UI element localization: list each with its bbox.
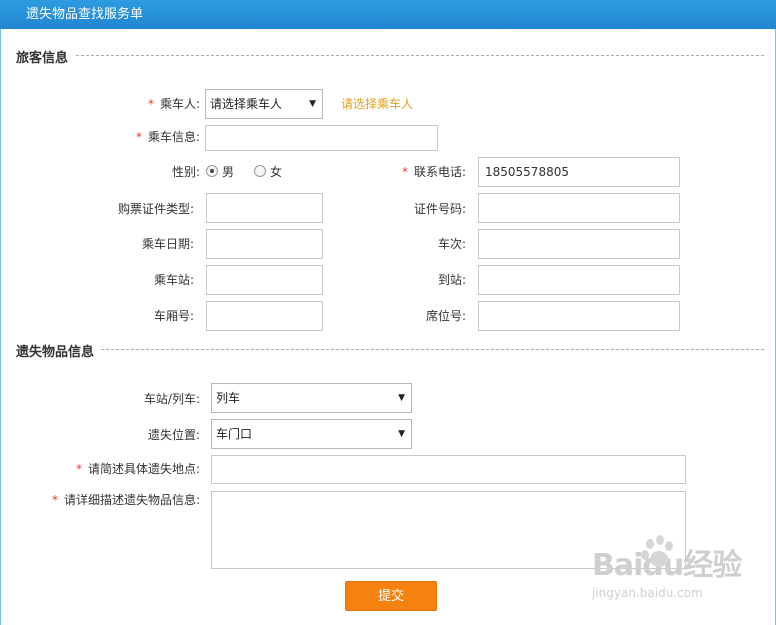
submit-button[interactable]: 提交 [345, 581, 437, 611]
board-station-label: 乘车站: [153, 273, 194, 287]
item-detail-label: * 请详细描述遗失物品信息: [51, 493, 200, 507]
seat-no-label: 席位号: [425, 309, 466, 323]
location-detail-label: * 请简述具体遗失地点: [75, 462, 200, 476]
location-detail-input[interactable] [211, 455, 686, 484]
carriage-no-input[interactable] [206, 301, 323, 331]
travel-date-label: 乘车日期: [141, 237, 194, 251]
window-title: 遗失物品查找服务单 [0, 0, 776, 29]
travel-date-input[interactable] [206, 229, 323, 259]
passenger-select[interactable]: 请选择乘车人 ▼ [205, 89, 323, 119]
section-title-lost-item: 遗失物品信息 [16, 341, 101, 360]
id-type-label: 购票证件类型: [117, 202, 194, 216]
dropdown-arrow-icon: ▼ [398, 393, 405, 403]
carriage-no-label: 车厢号: [153, 309, 194, 323]
section-title-traveler: 旅客信息 [16, 47, 75, 66]
passenger-label: * 乘车人: [147, 97, 200, 111]
gender-male-radio[interactable] [206, 165, 218, 177]
id-number-input[interactable] [478, 193, 680, 223]
passenger-info-input[interactable] [205, 125, 438, 151]
dropdown-arrow-icon: ▼ [309, 99, 316, 109]
gender-female-label: 女 [270, 165, 283, 179]
lost-position-label: 遗失位置: [147, 428, 200, 442]
watermark-url: jingyan.baidu.com [592, 586, 703, 600]
dropdown-arrow-icon: ▼ [398, 429, 405, 439]
gender-label: 性别: [171, 165, 200, 179]
arrive-station-input[interactable] [478, 265, 680, 295]
board-station-input[interactable] [206, 265, 323, 295]
arrive-station-label: 到站: [437, 273, 466, 287]
station-train-select[interactable]: 列车 ▼ [211, 383, 412, 413]
lost-position-select[interactable]: 车门口 ▼ [211, 419, 412, 449]
gender-female-radio[interactable] [254, 165, 266, 177]
station-train-label: 车站/列车: [143, 392, 200, 406]
section-divider [16, 349, 764, 350]
choose-passenger-link[interactable]: 请选择乘车人 [341, 94, 413, 114]
passenger-info-label: * 乘车信息: [135, 130, 200, 144]
id-type-input[interactable] [206, 193, 323, 223]
seat-no-input[interactable] [478, 301, 680, 331]
section-divider [16, 55, 764, 56]
baidu-jingyan-watermark: Baidu经验 jingyan.baidu.com [592, 535, 742, 600]
id-number-label: 证件号码: [413, 202, 466, 216]
train-no-label: 车次: [437, 237, 466, 251]
phone-label: * 联系电话: [401, 165, 466, 179]
phone-input[interactable]: 18505578805 [478, 157, 680, 187]
gender-male-label: 男 [222, 165, 235, 179]
baidu-paw-icon [641, 535, 673, 567]
train-no-input[interactable] [478, 229, 680, 259]
